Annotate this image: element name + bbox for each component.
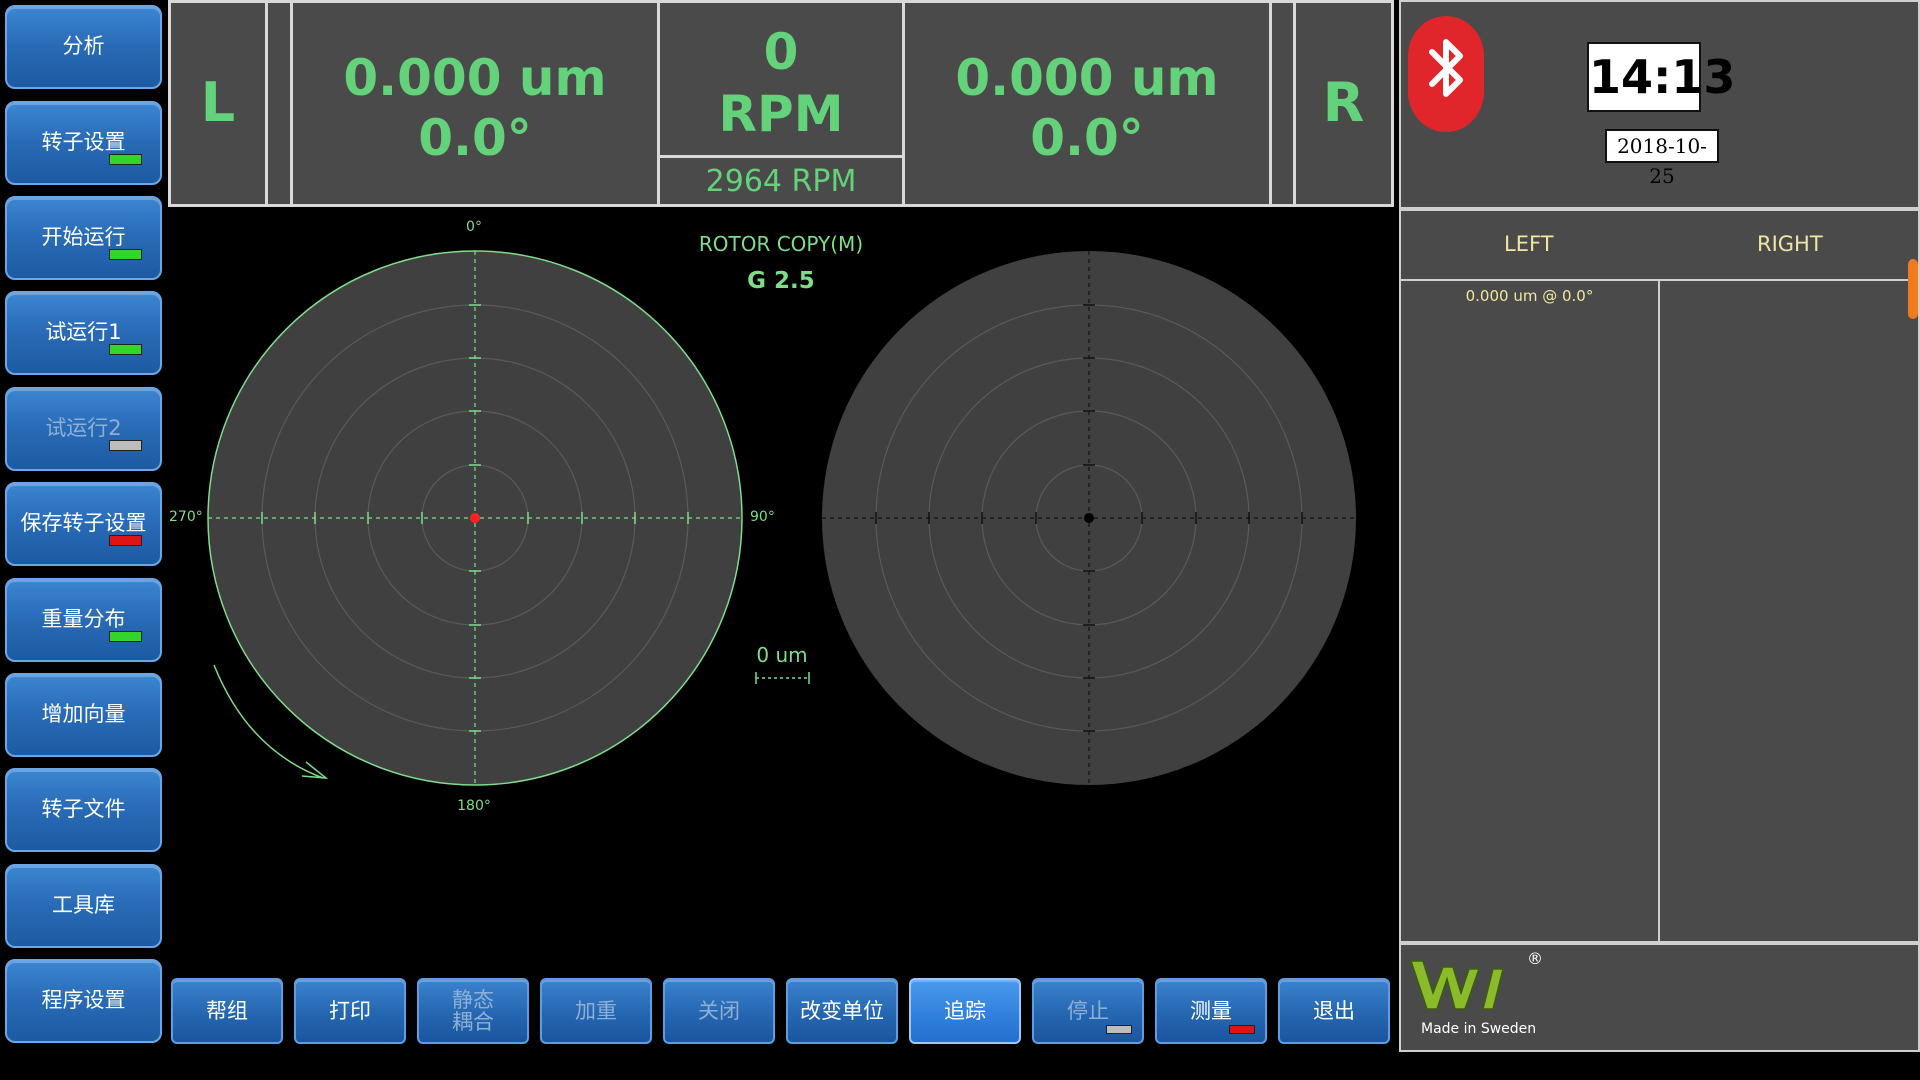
toolbar-button-label: 停止: [1067, 999, 1109, 1023]
balance-grade: G 2.5: [747, 268, 815, 294]
rotor-title: ROTOR COPY(M): [698, 232, 864, 256]
sidebar-item-label: 试运行2: [45, 416, 122, 440]
divider-cell: [1269, 0, 1296, 207]
left-amplitude: 0.000 um: [343, 49, 607, 107]
left-polar-plot: [207, 250, 743, 786]
toolbar-button-label: 加重: [575, 999, 617, 1023]
scale-label: 0 um: [756, 643, 808, 667]
rpm-value: 0: [763, 23, 799, 81]
status-indicator: [1106, 1025, 1132, 1034]
toolbar-button-label: 静态 耦合: [452, 988, 494, 1034]
sidebar-item-label: 增加向量: [41, 702, 126, 726]
left-plane-cell: L: [168, 0, 268, 207]
toolbar-button-8[interactable]: 测量: [1155, 978, 1267, 1044]
toolbar-button-9[interactable]: 退出: [1278, 978, 1390, 1044]
brand-panel: ® Made in Sweden: [1399, 943, 1920, 1052]
right-plane-cell: R: [1293, 0, 1394, 207]
status-panel: 14:13 2018-10-25: [1399, 0, 1920, 209]
sidebar-item-3[interactable]: 试运行1: [5, 291, 162, 375]
right-column-header: RIGHT: [1757, 232, 1823, 256]
bluetooth-icon[interactable]: [1406, 14, 1486, 134]
sidebar-item-5[interactable]: 保存转子设置: [5, 482, 162, 566]
toolbar-button-3[interactable]: 加重: [540, 978, 652, 1044]
sidebar-item-10[interactable]: 程序设置: [5, 959, 162, 1043]
toolbar-button-label: 测量: [1190, 999, 1232, 1023]
status-indicator: [109, 249, 142, 260]
left-plane-label: L: [200, 71, 236, 134]
angle-label-270: 270°: [169, 509, 203, 525]
clock-date: 2018-10-25: [1605, 129, 1719, 188]
sidebar-item-label: 分析: [62, 34, 105, 58]
status-indicator: [109, 631, 142, 642]
angle-label-90: 90°: [750, 509, 775, 525]
sidebar-item-label: 转子文件: [41, 797, 126, 821]
right-amplitude: 0.000 um: [955, 49, 1219, 107]
sidebar-item-2[interactable]: 开始运行: [5, 196, 162, 280]
bottom-strip: [0, 1052, 1920, 1080]
sidebar-item-7[interactable]: 增加向量: [5, 673, 162, 757]
status-indicator: [109, 440, 142, 451]
sidebar-item-label: 工具库: [52, 893, 115, 917]
sidebar-item-1[interactable]: 转子设置: [5, 101, 162, 185]
status-indicator: [109, 344, 142, 355]
toolbar-button-label: 打印: [329, 999, 371, 1023]
results-column-divider: [1658, 281, 1660, 943]
toolbar-button-5[interactable]: 改变单位: [786, 978, 898, 1044]
made-in-sweden: Made in Sweden: [1421, 1021, 1537, 1037]
right-polar-plot: [822, 251, 1356, 785]
right-vector-point: [1084, 513, 1094, 523]
angle-label-180: 180°: [457, 798, 491, 814]
clock-time: 14:13: [1587, 42, 1735, 112]
rpm-unit: RPM: [718, 85, 844, 143]
vmi-logo: [1407, 949, 1517, 1027]
sidebar-item-9[interactable]: 工具库: [5, 864, 162, 948]
left-reading-cell: 0.000 um 0.0°: [290, 0, 660, 207]
sidebar-item-label: 程序设置: [41, 988, 126, 1012]
toolbar-button-7[interactable]: 停止: [1032, 978, 1144, 1044]
divider-cell: [265, 0, 293, 207]
left-result-entry: 0.000 um @ 0.0°: [1465, 287, 1594, 305]
left-vector-point: [470, 513, 480, 523]
toolbar-button-1[interactable]: 打印: [294, 978, 406, 1044]
sidebar-item-0[interactable]: 分析: [5, 5, 162, 89]
right-plane-label: R: [1322, 71, 1365, 134]
results-scrollbar[interactable]: [1908, 259, 1918, 319]
right-reading-cell: 0.000 um 0.0°: [902, 0, 1272, 207]
sidebar-item-4[interactable]: 试运行2: [5, 387, 162, 471]
sidebar-item-6[interactable]: 重量分布: [5, 578, 162, 662]
status-indicator: [1229, 1025, 1255, 1034]
toolbar-button-2[interactable]: 静态 耦合: [417, 978, 529, 1044]
rpm-set-cell: 2964 RPM: [657, 155, 905, 207]
toolbar-button-label: 追踪: [944, 999, 986, 1023]
toolbar-button-label: 关闭: [698, 999, 740, 1023]
rpm-setpoint: 2964 RPM: [705, 164, 857, 199]
left-column-header: LEFT: [1504, 232, 1554, 256]
sidebar-item-label: 试运行1: [45, 320, 122, 344]
right-angle: 0.0°: [1030, 109, 1144, 167]
status-indicator: [109, 535, 142, 546]
toolbar-button-0[interactable]: 帮组: [171, 978, 283, 1044]
toolbar-button-label: 帮组: [206, 999, 248, 1023]
toolbar-button-6[interactable]: 追踪: [909, 978, 1021, 1044]
sidebar-item-8[interactable]: 转子文件: [5, 768, 162, 852]
sidebar-item-label: 保存转子设置: [20, 511, 147, 535]
rpm-cell: 0 RPM: [657, 0, 905, 159]
status-indicator: [109, 154, 142, 165]
angle-label-0: 0°: [466, 219, 482, 235]
toolbar-button-label: 改变单位: [800, 999, 884, 1023]
toolbar-button-label: 退出: [1313, 999, 1355, 1023]
sidebar-item-label: 开始运行: [41, 225, 126, 249]
toolbar-button-4[interactable]: 关闭: [663, 978, 775, 1044]
results-panel: [1399, 209, 1920, 943]
left-angle: 0.0°: [418, 109, 532, 167]
polar-plot-area: [168, 210, 1394, 972]
sidebar-item-label: 转子设置: [41, 130, 126, 154]
registered-mark: ®: [1527, 949, 1543, 968]
sidebar-item-label: 重量分布: [41, 607, 126, 631]
